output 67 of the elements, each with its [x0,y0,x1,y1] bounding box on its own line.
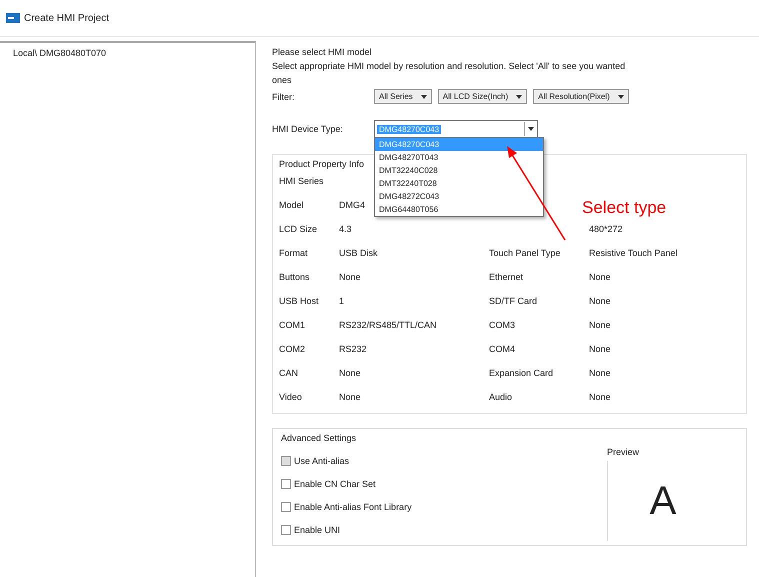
property-name: Audio [489,392,512,402]
property-value: DMG4 [339,200,366,210]
heading: Please select HMI model [272,47,373,57]
property-value: None [589,392,611,402]
property-name: COM4 [489,344,516,354]
property-name: LCD Size [279,224,318,234]
dropdown-option[interactable]: DMG64480T056 [375,203,543,216]
property-value: None [589,320,611,330]
checkbox[interactable] [281,456,291,466]
description-tail: ones [272,75,293,85]
property-name: Ethernet [489,272,524,282]
property-name: HMI Series [279,176,324,186]
property-name: SD/TF Card [489,296,538,306]
property-value: None [589,344,611,354]
property-value: None [589,296,611,306]
dropdown-option[interactable]: DMT32240C028 [375,164,543,177]
property-value: None [339,272,361,282]
property-value: 4.3 [339,224,352,234]
filter-dropdown[interactable]: All Resolution(Pixel) [533,89,629,104]
property-name: Format [279,248,308,258]
checkbox[interactable] [281,502,291,512]
annotation-text: Select type [582,198,666,218]
property-value: None [589,272,611,282]
description: Select appropriate HMI model by resolution and resolution. Select 'All' to see you wanted [272,61,626,71]
property-name: Buttons [279,272,310,282]
checkbox-option[interactable]: Enable CN Char Set [281,479,412,489]
caret-icon [528,127,534,131]
property-value: RS232/RS485/TTL/CAN [339,320,437,330]
property-name: COM1 [279,320,306,330]
property-value: 1 [339,296,344,306]
caret-icon [516,94,522,98]
caret-icon [618,94,624,98]
window-title: Create HMI Project [24,12,110,24]
filter-dropdown[interactable]: All LCD Size(Inch) [438,89,528,104]
filter-dropdown[interactable]: All Series [374,89,432,104]
dropdown-option[interactable]: DMG48270T043 [375,151,543,164]
property-value: Resistive Touch Panel [589,248,678,258]
checkbox-option[interactable]: Enable Anti-alias Font Library [281,502,412,512]
property-name: CAN [279,368,298,378]
checkbox-option[interactable]: Enable UNI [281,525,412,535]
checkbox[interactable] [281,479,291,489]
property-name: COM2 [279,344,306,354]
caret-icon [420,94,427,98]
property-value: None [589,368,611,378]
property-name: Video [279,392,302,402]
property-title: Product Property Info [279,159,366,169]
dropdown-option[interactable]: DMT32240T028 [375,177,543,190]
app-icon [6,13,20,23]
property-value: None [339,368,361,378]
property-name: Model [279,200,304,210]
tree-item[interactable]: Local\ DMG80480T070 [10,47,255,59]
group-title: Advanced Settings [281,433,358,443]
property-name: Touch Panel Type [489,248,560,258]
property-name: Expansion Card [489,368,554,378]
filter-label: Filter: [272,92,296,102]
property-name: USB Host [279,296,319,306]
checkbox-option[interactable]: Use Anti-alias [281,456,412,466]
property-value: USB Disk [339,248,378,258]
dropdown-option[interactable]: DMG48272C043 [375,190,543,203]
preview-label: Preview [607,447,640,457]
property-value: None [339,392,361,402]
preview-box: A [607,461,718,541]
checkbox[interactable] [281,525,291,535]
property-value: 480*272 [589,224,623,234]
property-value: RS232 [339,344,367,354]
device-type-label: HMI Device Type: [272,124,344,134]
property-name: COM3 [489,320,516,330]
